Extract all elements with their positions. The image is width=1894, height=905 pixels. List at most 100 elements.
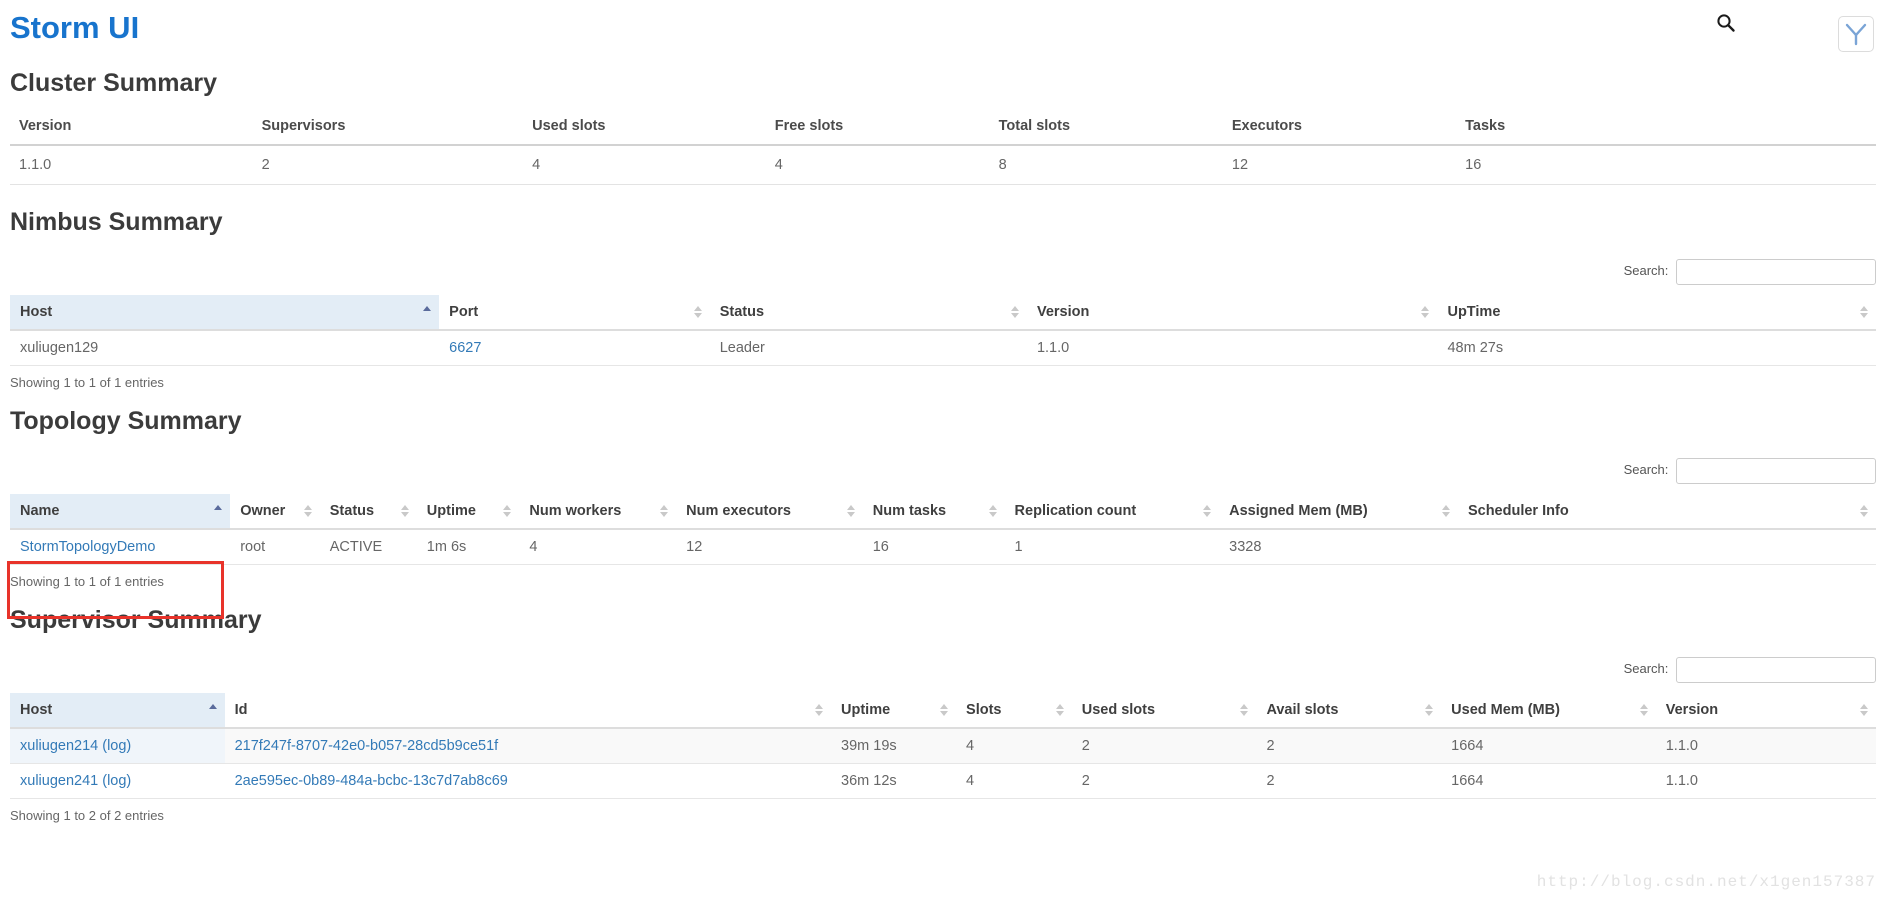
table-header-row: Host Port Status Version — [10, 295, 1876, 330]
nimbus-summary-heading: Nimbus Summary — [10, 207, 1876, 237]
sort-icon — [503, 504, 512, 518]
cell-version: 1.1.0 — [1027, 330, 1438, 366]
nimbus-table-info: Showing 1 to 1 of 1 entries — [10, 366, 1876, 390]
cell-used-mem: 1664 — [1441, 728, 1656, 764]
column-label: Version — [1666, 702, 1718, 718]
cell-num-workers: 4 — [519, 529, 676, 565]
sort-icon — [1011, 305, 1020, 319]
column-header-used-slots[interactable]: Used slots — [1072, 693, 1257, 728]
topology-name-link[interactable]: StormTopologyDemo — [20, 539, 155, 555]
cell-replication-count: 1 — [1005, 529, 1220, 565]
column-header-uptime[interactable]: UpTime — [1437, 295, 1876, 330]
supervisor-id-link[interactable]: 2ae595ec-0b89-484a-bcbc-13c7d7ab8c69 — [235, 773, 508, 789]
column-header-uptime[interactable]: Uptime — [831, 693, 956, 728]
cell-slots: 4 — [956, 764, 1072, 799]
column-label: Uptime — [427, 503, 476, 519]
column-label: Status — [720, 304, 764, 320]
column-label: Avail slots — [1266, 702, 1338, 718]
sort-icon — [660, 504, 669, 518]
watermark-text: http://blog.csdn.net/x1gen157387 — [1537, 873, 1876, 891]
cell-avail-slots: 2 — [1256, 728, 1441, 764]
sort-asc-icon — [209, 703, 218, 717]
column-header-version: Version — [10, 112, 253, 145]
column-label: Used slots — [1082, 702, 1155, 718]
cell-name: StormTopologyDemo — [10, 529, 230, 565]
column-header-num-tasks[interactable]: Num tasks — [863, 494, 1005, 529]
column-header-used-mem[interactable]: Used Mem (MB) — [1441, 693, 1656, 728]
y-logo-icon[interactable] — [1838, 16, 1874, 52]
column-label: Used Mem (MB) — [1451, 702, 1560, 718]
table-row: xuliugen241 (log) 2ae595ec-0b89-484a-bcb… — [10, 764, 1876, 799]
nimbus-search-input[interactable] — [1676, 259, 1876, 285]
sort-asc-icon — [214, 504, 223, 518]
topology-summary-heading: Topology Summary — [10, 406, 1876, 436]
topology-search-input[interactable] — [1676, 458, 1876, 484]
column-label: Host — [20, 702, 52, 718]
cell-version: 1.1.0 — [1656, 728, 1876, 764]
column-header-total-slots: Total slots — [990, 112, 1223, 145]
column-header-version[interactable]: Version — [1656, 693, 1876, 728]
cell-id: 2ae595ec-0b89-484a-bcbc-13c7d7ab8c69 — [225, 764, 831, 799]
column-header-uptime[interactable]: Uptime — [417, 494, 520, 529]
cell-used-slots: 2 — [1072, 764, 1257, 799]
column-label: Assigned Mem (MB) — [1229, 503, 1368, 519]
cell-executors: 12 — [1223, 145, 1456, 185]
sort-icon — [694, 305, 703, 319]
table-header-row: Name Owner Status Uptime — [10, 494, 1876, 529]
column-header-tasks: Tasks — [1456, 112, 1876, 145]
column-header-owner[interactable]: Owner — [230, 494, 320, 529]
column-header-num-workers[interactable]: Num workers — [519, 494, 676, 529]
column-header-slots[interactable]: Slots — [956, 693, 1072, 728]
column-label: Slots — [966, 702, 1001, 718]
topology-search-label: Search: — [1624, 462, 1669, 477]
column-header-num-executors[interactable]: Num executors — [676, 494, 863, 529]
topology-search-container: Search: — [10, 450, 1876, 494]
supervisor-host-link[interactable]: xuliugen214 (log) — [20, 738, 131, 754]
column-header-status[interactable]: Status — [710, 295, 1027, 330]
column-label: Host — [20, 304, 52, 320]
column-header-host[interactable]: Host — [10, 693, 225, 728]
cell-status: ACTIVE — [320, 529, 417, 565]
sort-icon — [940, 703, 949, 717]
column-header-name[interactable]: Name — [10, 494, 230, 529]
topology-summary-table-wrap: Search: Name Owner Status — [10, 450, 1876, 589]
sort-icon — [401, 504, 410, 518]
cell-host: xuliugen241 (log) — [10, 764, 225, 799]
column-header-id[interactable]: Id — [225, 693, 831, 728]
sort-icon — [1860, 703, 1869, 717]
cell-scheduler-info — [1458, 529, 1876, 565]
column-header-version[interactable]: Version — [1027, 295, 1438, 330]
cell-used-slots: 2 — [1072, 728, 1257, 764]
column-header-port[interactable]: Port — [439, 295, 710, 330]
cell-port: 6627 — [439, 330, 710, 366]
column-header-status[interactable]: Status — [320, 494, 417, 529]
sort-icon — [847, 504, 856, 518]
column-label: Num tasks — [873, 503, 946, 519]
cell-used-mem: 1664 — [1441, 764, 1656, 799]
column-header-assigned-mem[interactable]: Assigned Mem (MB) — [1219, 494, 1458, 529]
column-header-host[interactable]: Host — [10, 295, 439, 330]
column-header-scheduler-info[interactable]: Scheduler Info — [1458, 494, 1876, 529]
column-label: Version — [1037, 304, 1089, 320]
nimbus-port-link[interactable]: 6627 — [449, 340, 481, 356]
nimbus-search-container: Search: — [10, 251, 1876, 295]
column-header-replication-count[interactable]: Replication count — [1005, 494, 1220, 529]
cell-status: Leader — [710, 330, 1027, 366]
cell-num-tasks: 16 — [863, 529, 1005, 565]
column-label: Replication count — [1015, 503, 1137, 519]
search-icon[interactable] — [1715, 12, 1737, 34]
nimbus-search-label: Search: — [1624, 263, 1669, 278]
sort-icon — [1056, 703, 1065, 717]
supervisor-id-link[interactable]: 217f247f-8707-42e0-b057-28cd5b9ce51f — [235, 738, 499, 754]
supervisor-host-link[interactable]: xuliugen241 (log) — [20, 773, 131, 789]
supervisor-search-input[interactable] — [1676, 657, 1876, 683]
sort-icon — [304, 504, 313, 518]
nimbus-summary-table: Host Port Status Version — [10, 295, 1876, 366]
column-label: UpTime — [1447, 304, 1500, 320]
column-header-avail-slots[interactable]: Avail slots — [1256, 693, 1441, 728]
sort-icon — [815, 703, 824, 717]
table-row: 1.1.0 2 4 4 8 12 16 — [10, 145, 1876, 185]
page-content: Storm UI Cluster Summary Version Supervi… — [0, 10, 1894, 823]
sort-icon — [1860, 504, 1869, 518]
cell-uptime: 48m 27s — [1437, 330, 1876, 366]
